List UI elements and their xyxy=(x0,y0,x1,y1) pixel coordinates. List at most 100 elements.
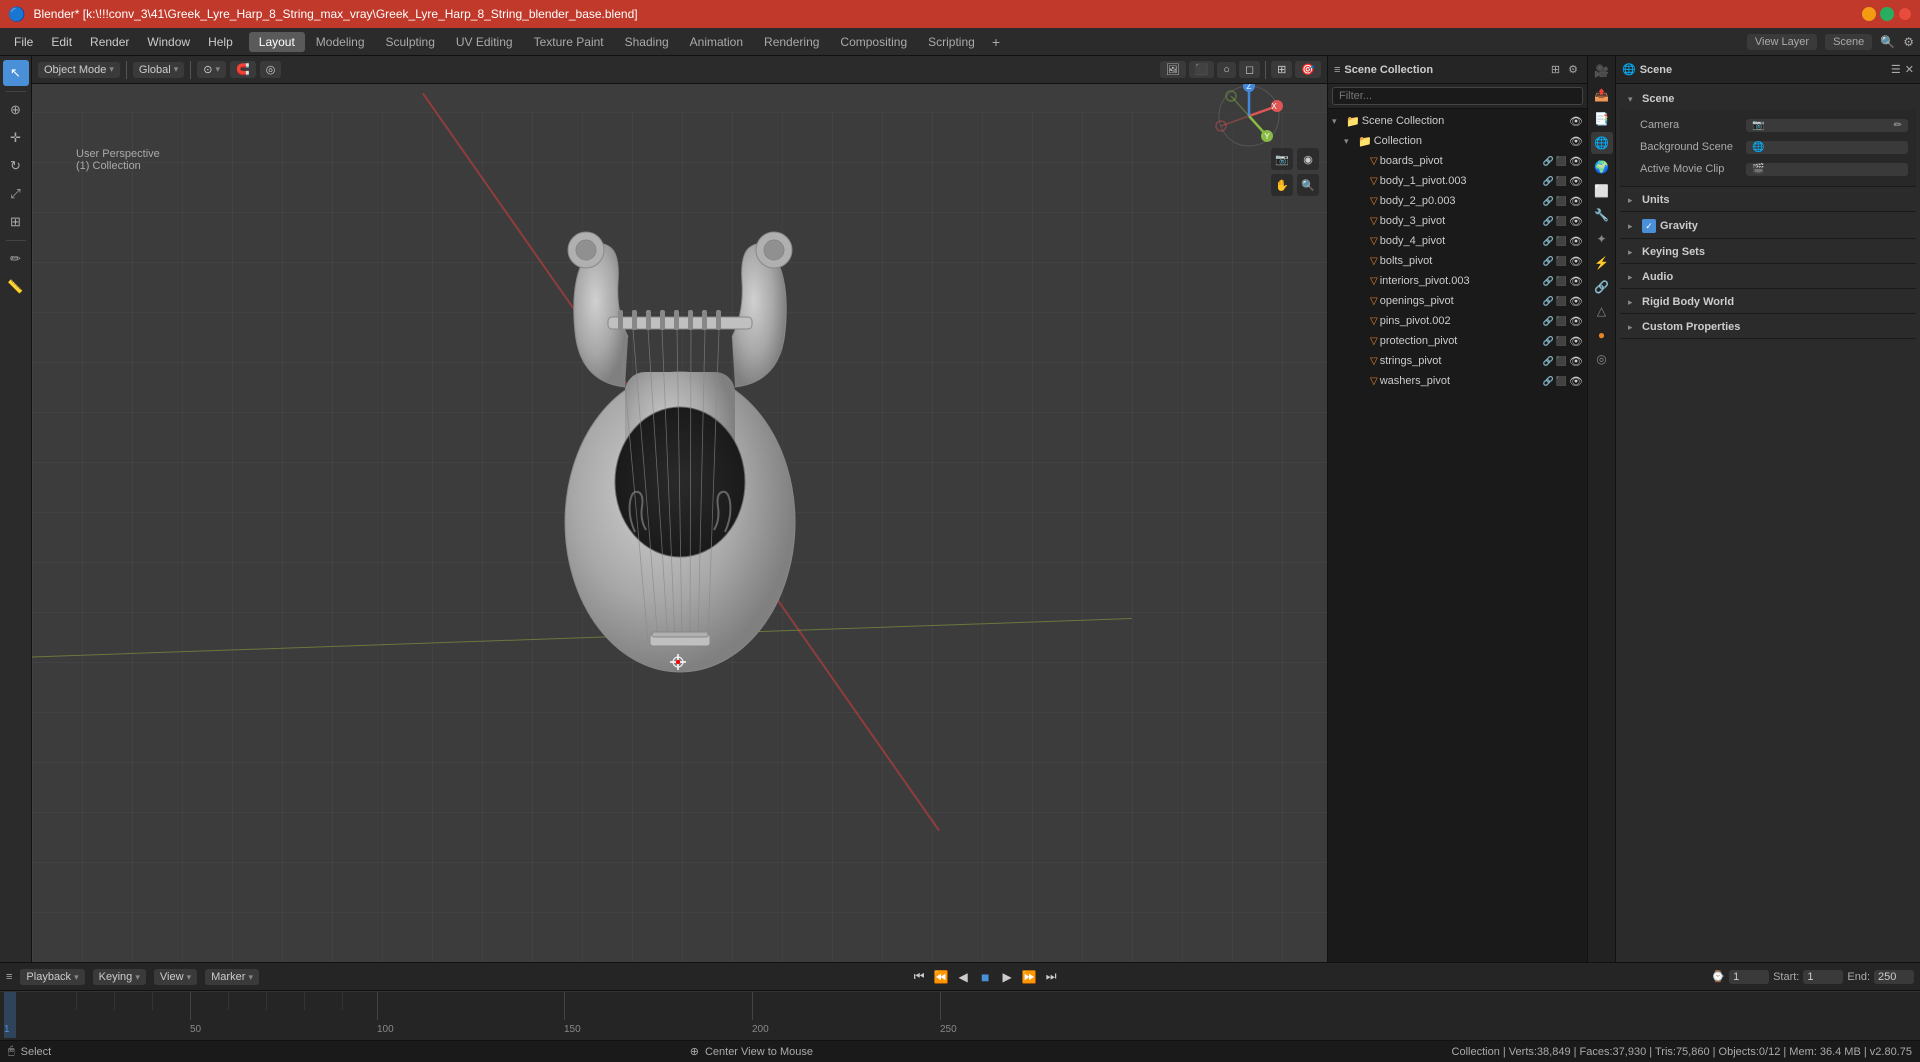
props-close-icon[interactable]: ✕ xyxy=(1905,63,1914,76)
prop-output-icon[interactable]: 📤 xyxy=(1591,84,1613,106)
tool-select[interactable]: ↖ xyxy=(3,60,29,86)
viewport-3d[interactable]: User Perspective (1) Collection 📷 ◉ ✋ 🔍 xyxy=(32,84,1327,962)
end-frame-input[interactable] xyxy=(1874,970,1914,984)
restrict-render8[interactable]: 🔗 xyxy=(1543,296,1554,307)
prop-physics-icon[interactable]: ⚡ xyxy=(1591,252,1613,274)
restrict-render2[interactable]: 🔗 xyxy=(1543,176,1554,187)
restrict-render[interactable]: 🔗 xyxy=(1543,156,1554,167)
restrict-render3[interactable]: 🔗 xyxy=(1543,196,1554,207)
snapping-btn[interactable]: 🧲 xyxy=(230,61,256,78)
menu-render[interactable]: Render xyxy=(82,33,137,51)
tab-shading[interactable]: Shading xyxy=(615,32,679,52)
tab-sculpting[interactable]: Sculpting xyxy=(376,32,445,52)
body3-visibility-icon[interactable]: 👁 xyxy=(1569,215,1583,228)
washers-visibility-icon[interactable]: 👁 xyxy=(1569,375,1583,388)
interiors-visibility-icon[interactable]: 👁 xyxy=(1569,275,1583,288)
tool-rotate[interactable]: ↻ xyxy=(3,153,29,179)
outliner-item-strings[interactable]: ▾ ▽ strings_pivot 🔗 ⬛ 👁 xyxy=(1328,351,1587,371)
search-icon[interactable]: 🔍 xyxy=(1880,35,1895,49)
prop-modifier-icon[interactable]: 🔧 xyxy=(1591,204,1613,226)
tab-layout[interactable]: Layout xyxy=(249,32,305,52)
restrict-render10[interactable]: 🔗 xyxy=(1543,336,1554,347)
active-movie-clip-value[interactable]: 🎬 xyxy=(1746,163,1908,176)
viewport-shading-btn[interactable]: Global ▾ xyxy=(133,62,184,78)
outliner-item-body3[interactable]: ▾ ▽ body_3_pivot 🔗 ⬛ 👁 xyxy=(1328,211,1587,231)
body2-visibility-icon[interactable]: 👁 xyxy=(1569,195,1583,208)
play-back-btn[interactable]: ◀ xyxy=(954,968,972,986)
play-forward-btn[interactable]: ▶ xyxy=(998,968,1016,986)
close-button[interactable] xyxy=(1898,7,1912,21)
view-menu[interactable]: View ▾ xyxy=(154,969,197,985)
custom-properties-header[interactable]: ▸ Custom Properties xyxy=(1620,316,1916,338)
camera-edit-icon[interactable]: ✏ xyxy=(1894,120,1902,131)
marker-menu[interactable]: Marker ▾ xyxy=(205,969,259,985)
prop-shader-icon[interactable]: ◎ xyxy=(1591,348,1613,370)
restrict-viewport10[interactable]: ⬛ xyxy=(1556,336,1567,347)
add-workspace-button[interactable]: + xyxy=(986,32,1006,52)
jump-to-end-btn[interactable]: ⏭ xyxy=(1042,968,1060,986)
camera-value[interactable]: 📷 ✏ xyxy=(1746,119,1908,132)
props-menu-icon[interactable]: ☰ xyxy=(1891,63,1901,76)
outliner-item-openings[interactable]: ▾ ▽ openings_pivot 🔗 ⬛ 👁 xyxy=(1328,291,1587,311)
tool-transform[interactable]: ⊞ xyxy=(3,209,29,235)
step-forward-btn[interactable]: ⏩ xyxy=(1020,968,1038,986)
bolts-visibility-icon[interactable]: 👁 xyxy=(1569,255,1583,268)
tab-scripting[interactable]: Scripting xyxy=(918,32,985,52)
prop-view-layer-icon[interactable]: 📑 xyxy=(1591,108,1613,130)
viewport-rendered-btn[interactable]: 🖼 xyxy=(1160,61,1186,78)
outliner-item-collection[interactable]: ▾ 📁 Collection 👁 xyxy=(1328,131,1587,151)
prop-world-icon[interactable]: 🌍 xyxy=(1591,156,1613,178)
outliner-item-interiors[interactable]: ▾ ▽ interiors_pivot.003 🔗 ⬛ 👁 xyxy=(1328,271,1587,291)
tool-move[interactable]: ✛ xyxy=(3,125,29,151)
tab-modeling[interactable]: Modeling xyxy=(306,32,375,52)
menu-help[interactable]: Help xyxy=(200,33,241,51)
step-back-btn[interactable]: ⏪ xyxy=(932,968,950,986)
outliner-item-body4[interactable]: ▾ ▽ body_4_pivot 🔗 ⬛ 👁 xyxy=(1328,231,1587,251)
boards-visibility-icon[interactable]: 👁 xyxy=(1569,155,1583,168)
background-scene-value[interactable]: 🌐 xyxy=(1746,141,1908,154)
rigid-body-world-header[interactable]: ▸ Rigid Body World xyxy=(1620,291,1916,313)
outliner-item-washers[interactable]: ▾ ▽ washers_pivot 🔗 ⬛ 👁 xyxy=(1328,371,1587,391)
restrict-render11[interactable]: 🔗 xyxy=(1543,356,1554,367)
restrict-render5[interactable]: 🔗 xyxy=(1543,236,1554,247)
keying-menu[interactable]: Keying ▾ xyxy=(93,969,146,985)
restrict-viewport5[interactable]: ⬛ xyxy=(1556,236,1567,247)
restrict-viewport3[interactable]: ⬛ xyxy=(1556,196,1567,207)
viewport-material-btn[interactable]: ○ xyxy=(1217,62,1236,78)
stop-btn[interactable]: ■ xyxy=(976,968,994,986)
current-frame-input[interactable] xyxy=(1729,970,1769,984)
outliner-settings-icon[interactable]: ⚙ xyxy=(1565,63,1581,76)
tab-texture-paint[interactable]: Texture Paint xyxy=(524,32,614,52)
timeline-ruler[interactable]: 1 50 100 150 200 250 xyxy=(0,991,1920,1040)
prop-scene-icon[interactable]: 🌐 xyxy=(1591,132,1613,154)
viewport-solid-btn[interactable]: ⬛ xyxy=(1189,61,1215,78)
restrict-render6[interactable]: 🔗 xyxy=(1543,256,1554,267)
outliner-item-protection[interactable]: ▾ ▽ protection_pivot 🔗 ⬛ 👁 xyxy=(1328,331,1587,351)
zoom-icon[interactable]: 🔍 xyxy=(1297,174,1319,196)
restrict-viewport7[interactable]: ⬛ xyxy=(1556,276,1567,287)
restrict-render7[interactable]: 🔗 xyxy=(1543,276,1554,287)
jump-to-start-btn[interactable]: ⏮ xyxy=(910,968,928,986)
body1-visibility-icon[interactable]: 👁 xyxy=(1569,175,1583,188)
pivot-point-btn[interactable]: ⊙ ▾ xyxy=(197,61,226,78)
units-section-header[interactable]: ▸ Units xyxy=(1620,189,1916,211)
outliner-item-pins[interactable]: ▾ ▽ pins_pivot.002 🔗 ⬛ 👁 xyxy=(1328,311,1587,331)
restrict-viewport2[interactable]: ⬛ xyxy=(1556,176,1567,187)
protection-visibility-icon[interactable]: 👁 xyxy=(1569,335,1583,348)
outliner-item-scene-collection[interactable]: ▾ 📁 Scene Collection 👁 xyxy=(1328,111,1587,131)
outliner-search-input[interactable] xyxy=(1332,87,1583,105)
viewport-wireframe-btn[interactable]: ◻ xyxy=(1239,61,1260,78)
prop-data-icon[interactable]: △ xyxy=(1591,300,1613,322)
outliner-item-body1[interactable]: ▾ ▽ body_1_pivot.003 🔗 ⬛ 👁 xyxy=(1328,171,1587,191)
prop-material-icon[interactable]: ● xyxy=(1591,324,1613,346)
restrict-viewport8[interactable]: ⬛ xyxy=(1556,296,1567,307)
tab-compositing[interactable]: Compositing xyxy=(830,32,917,52)
show-overlays-btn[interactable]: ⊞ xyxy=(1271,61,1292,78)
outliner-item-boards[interactable]: ▾ ▽ boards_pivot 🔗 ⬛ 👁 xyxy=(1328,151,1587,171)
object-mode-btn[interactable]: Object Mode ▾ xyxy=(38,62,120,78)
visibility-icon[interactable]: 👁 xyxy=(1569,115,1583,128)
collection-visibility-icon[interactable]: 👁 xyxy=(1569,135,1583,148)
restrict-viewport[interactable]: ⬛ xyxy=(1556,156,1567,167)
start-frame-input[interactable] xyxy=(1803,970,1843,984)
body4-visibility-icon[interactable]: 👁 xyxy=(1569,235,1583,248)
